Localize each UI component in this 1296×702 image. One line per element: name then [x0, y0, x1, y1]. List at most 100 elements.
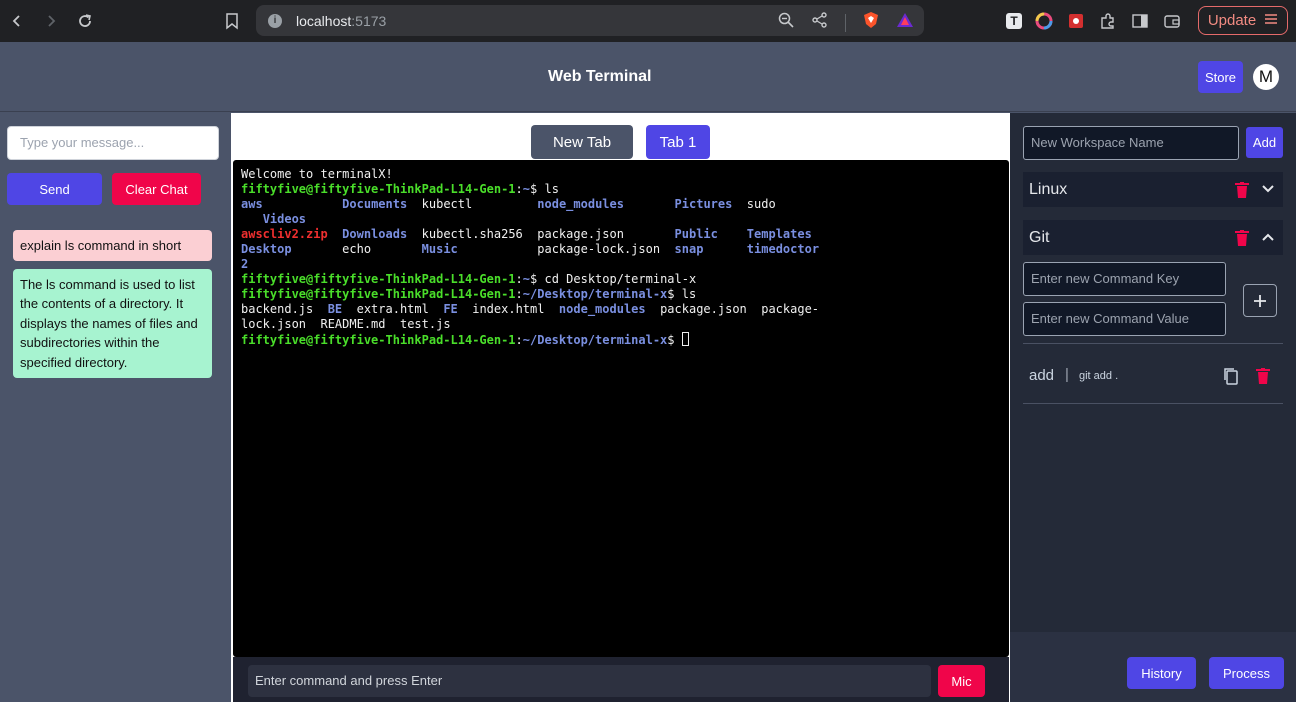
zoom-icon[interactable]: [777, 11, 795, 34]
history-button[interactable]: History: [1127, 657, 1196, 689]
send-button[interactable]: Send: [7, 173, 102, 205]
menu-icon: [1264, 12, 1278, 29]
terminal-output[interactable]: Welcome to terminalX! fiftyfive@fiftyfiv…: [233, 160, 1009, 657]
prompt-path: ~/Desktop/terminal-x: [522, 287, 668, 301]
prompt-path: ~: [522, 182, 531, 196]
extensions-puzzle-icon[interactable]: [1098, 11, 1118, 31]
command-value-input[interactable]: Enter new Command Value: [1023, 302, 1226, 336]
terminal-cursor: [681, 332, 689, 346]
prompt-path: ~: [522, 272, 531, 286]
ls-entry: backend.js: [241, 302, 314, 316]
chevron-down-icon[interactable]: [1261, 182, 1275, 196]
ls-entry: lock.json: [241, 317, 307, 331]
command-item: add | git add .: [1023, 344, 1283, 403]
ls-entry: Templates: [746, 227, 812, 241]
command-separator: |: [1065, 366, 1069, 383]
ls-entry: Pictures: [674, 197, 733, 211]
add-command-button[interactable]: [1243, 284, 1277, 317]
chat-panel: Type your message... Send Clear Chat exp…: [0, 113, 231, 702]
forward-icon[interactable]: [34, 6, 68, 36]
store-button[interactable]: Store: [1198, 61, 1243, 93]
plus-icon: [1254, 294, 1266, 307]
chevron-up-icon[interactable]: [1261, 230, 1275, 244]
ls-entry: package.json: [660, 302, 747, 316]
command-value: git add .: [1079, 370, 1119, 382]
ls-entry: Documents: [342, 197, 408, 211]
extension-red-icon[interactable]: [1066, 11, 1086, 31]
trash-icon[interactable]: [1235, 230, 1249, 246]
mic-button[interactable]: Mic: [938, 665, 985, 697]
site-info-icon[interactable]: i: [268, 13, 282, 28]
ls-entry: extra.html: [356, 302, 429, 316]
process-button[interactable]: Process: [1209, 657, 1284, 689]
prompt-user: fiftyfive@fiftyfive-ThinkPad-L14-Gen-1: [241, 287, 516, 301]
workspace-name: Git: [1029, 228, 1050, 246]
new-tab-button[interactable]: New Tab: [531, 125, 633, 159]
workspace-item-linux[interactable]: Linux: [1023, 172, 1283, 207]
ls-entry: Public: [674, 227, 718, 241]
chat-message-assistant: The ls command is used to list the conte…: [13, 269, 212, 378]
ls-entry: sudo: [746, 197, 776, 211]
reload-icon[interactable]: [68, 6, 102, 36]
command-input[interactable]: Enter command and press Enter: [248, 665, 931, 697]
ls-entry: package.json: [537, 227, 624, 241]
ls-entry: Videos: [262, 212, 307, 226]
ls-entry: kubectl: [421, 197, 473, 211]
trash-icon[interactable]: [1256, 368, 1270, 384]
ls-entry: 2: [241, 257, 249, 271]
tab-1[interactable]: Tab 1: [646, 125, 710, 159]
app-header: Web Terminal Store M: [0, 42, 1296, 112]
brave-rewards-icon[interactable]: [896, 11, 914, 34]
ls-entry: node_modules: [558, 302, 646, 316]
prompt-user: fiftyfive@fiftyfive-ThinkPad-L14-Gen-1: [241, 333, 516, 347]
terminal-command: cd Desktop/terminal-x: [544, 272, 697, 286]
clear-chat-button[interactable]: Clear Chat: [112, 173, 201, 205]
ls-entry: Downloads: [342, 227, 408, 241]
workspace-name-input[interactable]: New Workspace Name: [1023, 126, 1239, 160]
share-icon[interactable]: [811, 11, 829, 34]
ls-entry: test.js: [399, 317, 451, 331]
chat-message-user: explain ls command in short: [13, 230, 212, 261]
address-bar[interactable]: i localhost:5173: [256, 5, 924, 36]
chat-message-input[interactable]: Type your message...: [7, 126, 219, 160]
ls-entry: awscliv2.zip: [241, 227, 328, 241]
command-key: add: [1029, 367, 1055, 384]
ls-entry: index.html: [472, 302, 545, 316]
add-workspace-button[interactable]: Add: [1246, 127, 1283, 158]
update-label: Update: [1207, 12, 1257, 29]
url-host: localhost: [296, 12, 352, 29]
workspace-item-git[interactable]: Git: [1023, 220, 1283, 255]
prompt-path: ~/Desktop/terminal-x: [522, 333, 668, 347]
copy-icon[interactable]: [1223, 367, 1239, 385]
color-wheel-icon[interactable]: [1034, 11, 1054, 31]
ls-entry: snap: [674, 242, 704, 256]
ls-entry: kubectl.sha256: [421, 227, 523, 241]
terminal-line: Welcome to terminalX!: [241, 167, 393, 181]
divider: [845, 13, 846, 32]
terminal-command: ls: [544, 182, 559, 196]
extension-t-icon[interactable]: T: [1006, 13, 1022, 29]
ls-entry: BE: [327, 302, 343, 316]
ls-entry: README.md: [320, 317, 386, 331]
ls-entry: package-lock.json: [537, 242, 661, 256]
page-title: Web Terminal: [548, 68, 652, 85]
update-button[interactable]: Update: [1198, 6, 1288, 35]
ls-entry: Music: [421, 242, 458, 256]
prompt-user: fiftyfive@fiftyfive-ThinkPad-L14-Gen-1: [241, 182, 516, 196]
command-key-input[interactable]: Enter new Command Key: [1023, 262, 1226, 296]
bookmark-icon[interactable]: [222, 11, 242, 31]
back-icon[interactable]: [0, 6, 34, 36]
wallet-icon[interactable]: [1162, 11, 1182, 31]
ls-entry: echo: [342, 242, 372, 256]
ls-entry: node_modules: [537, 197, 624, 211]
browser-toolbar: i localhost:5173 T Update: [0, 0, 1296, 42]
trash-icon[interactable]: [1235, 182, 1249, 198]
ls-entry: FE: [443, 302, 458, 316]
ls-entry: timedoctor: [746, 242, 820, 256]
avatar[interactable]: M: [1253, 64, 1279, 90]
sidebar-toggle-icon[interactable]: [1130, 11, 1150, 31]
ls-entry: package-: [761, 302, 820, 316]
workspace-name: Linux: [1029, 180, 1068, 198]
terminal-panel: New Tab Tab 1 Welcome to terminalX! fift…: [231, 113, 1010, 702]
brave-shield-icon[interactable]: [862, 11, 880, 34]
